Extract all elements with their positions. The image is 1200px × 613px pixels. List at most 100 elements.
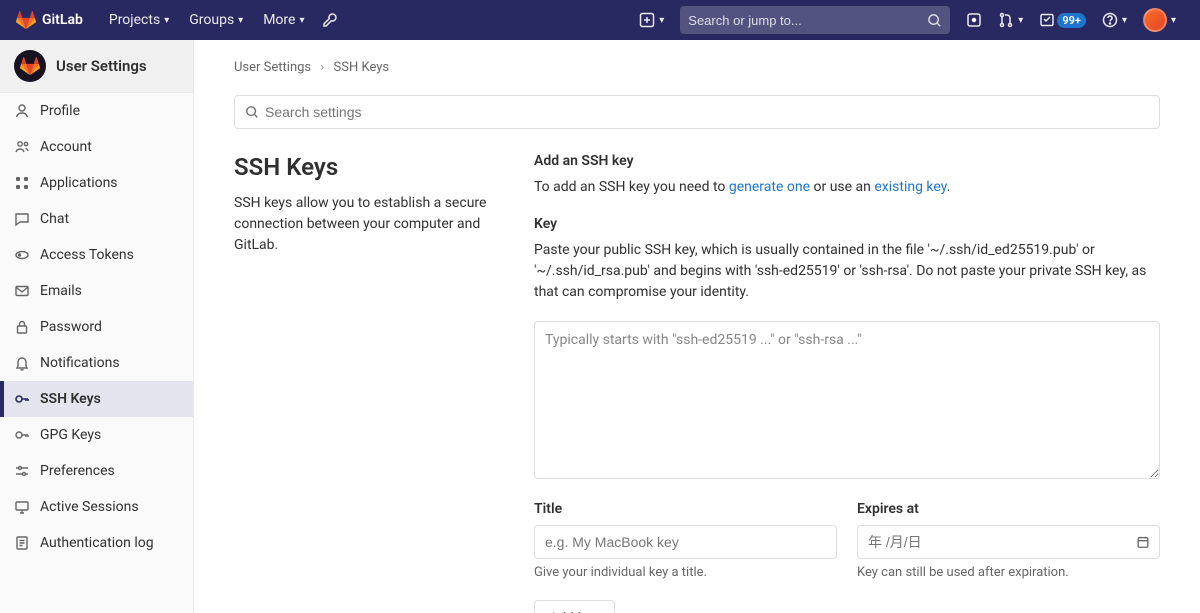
applications-icon — [14, 175, 30, 191]
expires-input[interactable] — [857, 525, 1160, 559]
sidebar-item-label: Profile — [40, 103, 80, 119]
existing-key-link[interactable]: existing key — [874, 179, 946, 195]
page-title: SSH Keys — [234, 153, 494, 181]
key-label: Key — [534, 216, 1160, 232]
todo-badge: 99+ — [1057, 13, 1086, 28]
title-hint: Give your individual key a title. — [534, 565, 837, 580]
add-text-mid: or use an — [810, 179, 874, 195]
expires-hint: Key can still be used after expiration. — [857, 565, 1160, 580]
search-settings-input[interactable] — [265, 104, 1149, 120]
key-icon — [14, 391, 30, 407]
help-icon — [1102, 12, 1118, 28]
help-button[interactable]: ▾ — [1094, 0, 1135, 40]
sidebar-item-label: Access Tokens — [40, 247, 134, 263]
add-heading: Add an SSH key — [534, 153, 1160, 169]
sidebar-item-chat[interactable]: Chat — [0, 201, 193, 237]
sidebar-item-ssh-keys[interactable]: SSH Keys — [0, 381, 193, 417]
expires-label: Expires at — [857, 501, 1160, 517]
sidebar-item-access-tokens[interactable]: Access Tokens — [0, 237, 193, 273]
sidebar-item-label: Chat — [40, 211, 69, 227]
chevron-down-icon: ▾ — [164, 15, 169, 26]
breadcrumb-root[interactable]: User Settings — [234, 60, 311, 75]
user-menu[interactable]: ▾ — [1135, 0, 1184, 40]
nav-projects[interactable]: Projects ▾ — [99, 0, 179, 40]
search-settings[interactable] — [234, 95, 1160, 129]
sidebar-item-gpg-keys[interactable]: GPG Keys — [0, 417, 193, 453]
chevron-down-icon: ▾ — [238, 15, 243, 26]
sidebar-item-label: Authentication log — [40, 535, 154, 551]
search-icon — [245, 105, 259, 119]
chevron-right-icon: › — [320, 60, 324, 75]
key-icon — [14, 427, 30, 443]
nav-projects-label: Projects — [109, 12, 160, 28]
monitor-icon — [14, 499, 30, 515]
issues-icon — [966, 12, 982, 28]
sidebar-header[interactable]: User Settings — [0, 40, 193, 93]
chevron-down-icon: ▾ — [1018, 15, 1023, 26]
plus-square-icon — [639, 12, 655, 28]
add-key-button[interactable]: Add key — [534, 600, 615, 613]
sidebar-item-label: GPG Keys — [40, 427, 101, 443]
sidebar-item-emails[interactable]: Emails — [0, 273, 193, 309]
sidebar-item-profile[interactable]: Profile — [0, 93, 193, 129]
gitlab-logo[interactable]: GitLab — [16, 10, 83, 30]
user-avatar-small — [14, 50, 46, 82]
sidebar-item-account[interactable]: Account — [0, 129, 193, 165]
sidebar-title: User Settings — [56, 57, 147, 75]
sidebar-item-label: Emails — [40, 283, 82, 299]
gitlab-icon — [20, 56, 40, 76]
brand-label: GitLab — [42, 12, 83, 28]
sidebar-item-password[interactable]: Password — [0, 309, 193, 345]
breadcrumb: User Settings › SSH Keys — [234, 60, 1160, 75]
wrench-icon — [322, 12, 338, 28]
topbar: GitLab Projects ▾ Groups ▾ More ▾ ▾ ▾ 99+ ▾… — [0, 0, 1200, 40]
page-desc: SSH keys allow you to establish a secure… — [234, 193, 494, 256]
sidebar-item-preferences[interactable]: Preferences — [0, 453, 193, 489]
key-help: Paste your public SSH key, which is usua… — [534, 240, 1160, 303]
sidebar-item-label: SSH Keys — [40, 391, 101, 407]
chevron-down-icon: ▾ — [659, 15, 664, 26]
nav-more[interactable]: More ▾ — [253, 0, 314, 40]
sidebar-item-label: Notifications — [40, 355, 120, 371]
key-textarea[interactable] — [534, 321, 1160, 479]
log-icon — [14, 535, 30, 551]
sidebar-item-label: Account — [40, 139, 92, 155]
issues-button[interactable] — [958, 0, 990, 40]
global-search-input[interactable] — [688, 13, 927, 28]
add-text-pre: To add an SSH key you need to — [534, 179, 729, 195]
sidebar-item-auth-log[interactable]: Authentication log — [0, 525, 193, 561]
profile-icon — [14, 103, 30, 119]
lock-icon — [14, 319, 30, 335]
sidebar-item-notifications[interactable]: Notifications — [0, 345, 193, 381]
content: User Settings › SSH Keys SSH Keys SSH ke… — [194, 40, 1200, 613]
preferences-icon — [14, 463, 30, 479]
merge-requests-button[interactable]: ▾ — [990, 0, 1031, 40]
add-text-post: . — [947, 179, 951, 195]
title-label: Title — [534, 501, 837, 517]
todo-icon — [1039, 12, 1055, 28]
nav-groups[interactable]: Groups ▾ — [179, 0, 253, 40]
avatar — [1143, 8, 1167, 32]
nav-more-label: More — [263, 12, 295, 28]
chevron-down-icon: ▾ — [299, 15, 304, 26]
chat-icon — [14, 211, 30, 227]
account-icon — [14, 139, 30, 155]
todos-button[interactable]: 99+ — [1031, 0, 1094, 40]
sidebar-item-applications[interactable]: Applications — [0, 165, 193, 201]
sidebar-item-label: Password — [40, 319, 102, 335]
admin-wrench-button[interactable] — [314, 0, 346, 40]
generate-link[interactable]: generate one — [729, 179, 810, 195]
sidebar-item-label: Applications — [40, 175, 118, 191]
add-text: To add an SSH key you need to generate o… — [534, 177, 1160, 198]
sidebar-item-label: Active Sessions — [40, 499, 139, 515]
chevron-down-icon: ▾ — [1171, 15, 1176, 26]
plus-button[interactable]: ▾ — [631, 0, 672, 40]
global-search[interactable] — [680, 6, 950, 34]
search-icon — [927, 13, 942, 28]
nav-groups-label: Groups — [189, 12, 234, 28]
bell-icon — [14, 355, 30, 371]
breadcrumb-current: SSH Keys — [334, 60, 390, 75]
sidebar-item-active-sessions[interactable]: Active Sessions — [0, 489, 193, 525]
title-input[interactable] — [534, 525, 837, 559]
chevron-down-icon: ▾ — [1122, 15, 1127, 26]
